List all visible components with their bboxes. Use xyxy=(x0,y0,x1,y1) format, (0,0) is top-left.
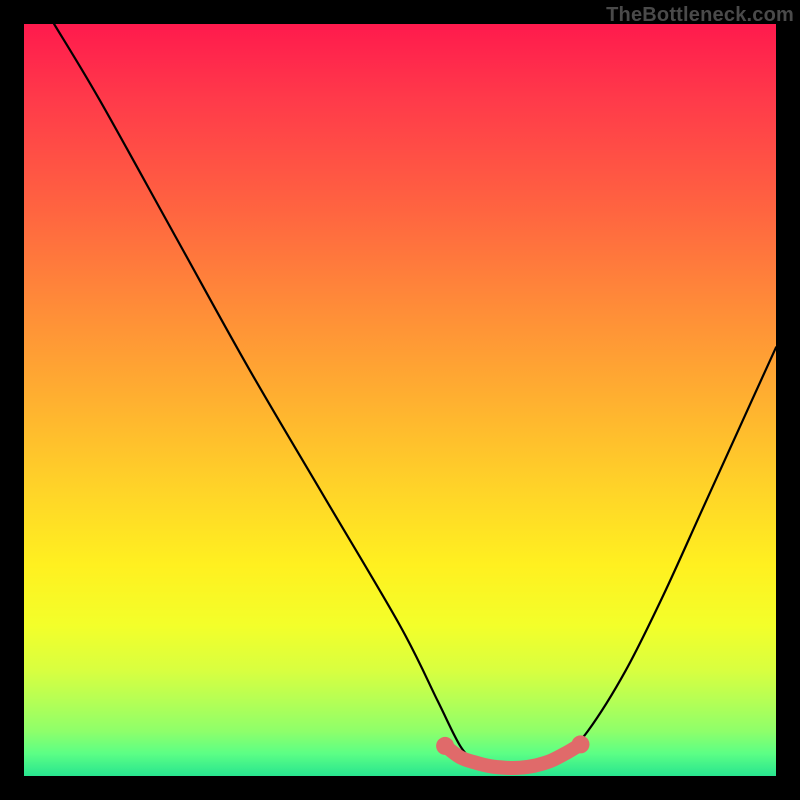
plot-gradient-background xyxy=(24,24,776,776)
chart-root: TheBottleneck.com xyxy=(0,0,800,800)
